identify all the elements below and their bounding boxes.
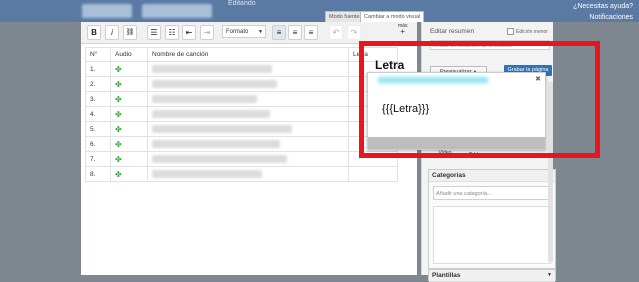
table-row[interactable]: 3. ✤ [85, 91, 398, 107]
highlight-box [359, 41, 600, 158]
audio-leaf-icon[interactable]: ✤ [115, 80, 122, 89]
row-number: 1. [85, 61, 111, 77]
indent-icon[interactable]: ⇥ [200, 25, 214, 40]
format-select-label: Formato [226, 29, 249, 35]
table-row[interactable]: 1. ✤ [85, 61, 398, 77]
minor-edit-checkbox[interactable]: Edición menor [507, 28, 548, 35]
table-row[interactable]: 6. ✤ [85, 136, 398, 152]
col-header-number: N° [85, 47, 111, 62]
row-number: 6. [85, 136, 111, 152]
categories-panel: Categorías ▲ Añadir una categoría... [428, 169, 556, 269]
editing-label: Editando [228, 0, 256, 7]
song-table: N° Audio Nombre de canción Letra 1. ✤ 2.… [85, 47, 398, 182]
row-number: 5. [85, 121, 111, 137]
categories-list [433, 206, 551, 264]
audio-leaf-icon[interactable]: ✤ [115, 155, 122, 164]
help-link[interactable]: ¿Necesitas ayuda? [573, 1, 633, 12]
undo-icon[interactable]: ↶ [329, 25, 343, 40]
audio-leaf-icon[interactable]: ✤ [115, 170, 122, 179]
redo-icon[interactable]: ↷ [347, 25, 361, 40]
audio-leaf-icon[interactable]: ✤ [115, 95, 122, 104]
notifications-link[interactable]: Notificaciones [573, 12, 633, 23]
audio-leaf-icon[interactable]: ✤ [115, 125, 122, 134]
link-icon[interactable]: ⛓ [123, 25, 137, 40]
minor-edit-label: Edición menor [516, 28, 548, 35]
song-name-redacted [152, 170, 262, 178]
categories-title: Categorías [432, 172, 466, 179]
song-name-redacted [152, 140, 280, 148]
audio-leaf-icon[interactable]: ✤ [115, 65, 122, 74]
page-title [142, 4, 212, 18]
help-area: ¿Necesitas ayuda? Notificaciones [573, 1, 633, 23]
row-number: 3. [85, 91, 111, 107]
align-left-icon[interactable]: ≡ [272, 25, 286, 40]
table-row[interactable]: 8. ✤ [85, 166, 398, 182]
align-right-icon[interactable]: ≡ [304, 25, 318, 40]
bullet-list-icon[interactable]: ☰ [147, 25, 161, 40]
summary-label: Editar resumen [430, 28, 475, 35]
row-number: 8. [85, 166, 111, 182]
outdent-icon[interactable]: ⇤ [182, 25, 196, 40]
song-name-redacted [152, 125, 292, 133]
site-logo [82, 4, 132, 18]
more-plus-icon: + [400, 27, 406, 36]
audio-leaf-icon[interactable]: ✤ [115, 140, 122, 149]
table-row[interactable]: 2. ✤ [85, 76, 398, 92]
numbered-list-icon[interactable]: ☷ [165, 25, 179, 40]
align-center-icon[interactable]: ≡ [288, 25, 302, 40]
top-bar: Editando ¿Necesitas ayuda? Notificacione… [0, 0, 639, 22]
col-header-audio: Audio [110, 47, 148, 62]
templates-panel: Plantillas ▼ [428, 269, 556, 282]
tab-visual-mode[interactable]: Cambiar a modo visual [360, 11, 425, 22]
collapse-icon[interactable]: ▼ [547, 270, 552, 281]
col-header-song-name: Nombre de canción [147, 47, 349, 62]
song-name-redacted [152, 155, 287, 163]
bold-button[interactable]: B [87, 25, 101, 40]
song-name-redacted [152, 110, 270, 118]
categories-header[interactable]: Categorías ▲ [429, 170, 555, 182]
checkbox-box[interactable] [507, 28, 514, 35]
row-number: 2. [85, 76, 111, 92]
table-row[interactable]: 4. ✤ [85, 106, 398, 122]
chevron-down-icon: ▼ [258, 29, 263, 35]
row-number: 7. [85, 151, 111, 167]
song-name-redacted [152, 80, 277, 88]
format-select[interactable]: Formato ▼ [222, 25, 266, 38]
table-row[interactable]: 5. ✤ [85, 121, 398, 137]
category-input[interactable]: Añadir una categoría... [433, 186, 549, 200]
audio-leaf-icon[interactable]: ✤ [115, 110, 122, 119]
row-number: 4. [85, 106, 111, 122]
templates-title: Plantillas [432, 272, 461, 279]
tab-source-mode[interactable]: Modo fuente [325, 11, 364, 22]
table-header-row: N° Audio Nombre de canción Letra [85, 47, 398, 62]
table-row[interactable]: 7. ✤ [85, 151, 398, 167]
song-name-redacted [152, 65, 272, 73]
templates-header[interactable]: Plantillas ▼ [429, 270, 555, 282]
song-name-redacted [152, 95, 257, 103]
italic-button[interactable]: i [105, 25, 119, 40]
more-button[interactable]: más + [398, 24, 407, 36]
